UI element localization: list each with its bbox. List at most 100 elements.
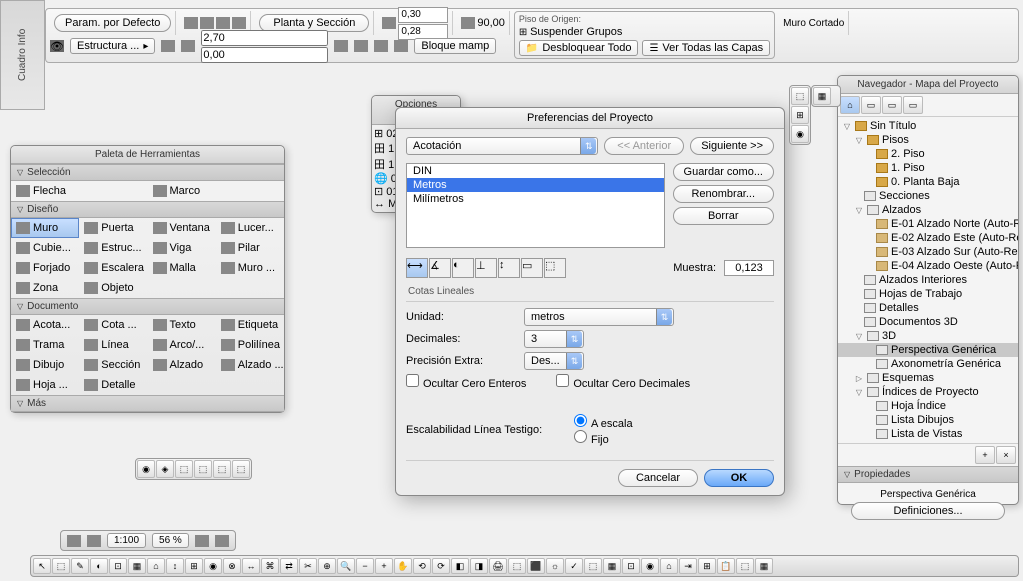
gbtn[interactable]: ◉	[641, 558, 659, 574]
gbtn[interactable]: ⊡	[109, 558, 127, 574]
wall-type-icon[interactable]	[181, 40, 195, 52]
geometry-icon[interactable]	[200, 17, 214, 29]
bloque-dropdown[interactable]: Bloque mamp	[414, 38, 496, 54]
tool-pilar[interactable]: Pilar	[216, 238, 284, 258]
gbtn[interactable]: −	[356, 558, 374, 574]
precision-select[interactable]: Des...	[524, 352, 584, 370]
tool-muro-cortina[interactable]: Muro ...	[216, 258, 284, 278]
tool-zona[interactable]: Zona	[11, 278, 79, 298]
tool-ventana[interactable]: Ventana	[148, 218, 216, 238]
gbtn[interactable]: ✋	[394, 558, 412, 574]
gbtn[interactable]: ⇥	[679, 558, 697, 574]
dim-tab-level[interactable]: ⊥	[475, 258, 497, 278]
dim-tab-door[interactable]: ▭	[521, 258, 543, 278]
tree-item[interactable]: Alzados Interiores	[838, 273, 1018, 287]
tree-item-perspectiva[interactable]: Perspectiva Genérica	[838, 343, 1018, 357]
gbtn[interactable]: ⬚	[508, 558, 526, 574]
geometry-icon[interactable]	[232, 17, 246, 29]
tool-trama[interactable]: Trama	[11, 335, 79, 355]
gbtn[interactable]: ✓	[565, 558, 583, 574]
tool-alzado-int[interactable]: Alzado ...	[216, 355, 284, 375]
tool-estructura[interactable]: Estruc...	[79, 238, 147, 258]
tree-item-piso[interactable]: 1. Piso	[838, 161, 1018, 175]
gbtn[interactable]: ⊞	[185, 558, 203, 574]
profile-icon[interactable]	[354, 40, 368, 52]
profile-icon[interactable]	[374, 40, 388, 52]
tree-item-piso[interactable]: 0. Planta Baja	[838, 175, 1018, 189]
gbtn[interactable]: ✂	[299, 558, 317, 574]
qopt-icon[interactable]	[67, 535, 81, 547]
gbtn[interactable]: ⇄	[280, 558, 298, 574]
tree-item-secciones[interactable]: Secciones	[838, 189, 1018, 203]
tool-texto[interactable]: Texto	[148, 315, 216, 335]
tree-item-axonometria[interactable]: Axonometría Genérica	[838, 357, 1018, 371]
navigator-tree[interactable]: ▽Sin Título ▽Pisos 2. Piso 1. Piso 0. Pl…	[838, 117, 1018, 443]
tree-item-alzado[interactable]: E-02 Alzado Este (Auto-Rec	[838, 231, 1018, 245]
wall-type-icon[interactable]	[161, 40, 175, 52]
orbit-button[interactable]: ◉	[137, 460, 155, 478]
list-item[interactable]: Metros	[407, 178, 664, 192]
tool-objeto[interactable]: Objeto	[79, 278, 147, 298]
fijo-radio[interactable]: Fijo	[574, 434, 609, 446]
tool-arco[interactable]: Arco/...	[148, 335, 216, 355]
gbtn[interactable]: ⬚	[52, 558, 70, 574]
attr-button[interactable]: ⬚	[791, 87, 809, 105]
tree-item[interactable]: Lista de Vistas	[838, 427, 1018, 441]
dim-tab-radial[interactable]: ◐	[452, 258, 474, 278]
tool-lucernario[interactable]: Lucer...	[216, 218, 284, 238]
tree-item-alzado[interactable]: E-04 Alzado Oeste (Auto-R	[838, 259, 1018, 273]
gbtn[interactable]: ◧	[451, 558, 469, 574]
geometry-icon[interactable]	[184, 17, 198, 29]
delete-button[interactable]: Borrar	[673, 207, 774, 225]
tool-alzado[interactable]: Alzado	[148, 355, 216, 375]
unidad-select[interactable]: metros	[524, 308, 674, 326]
qopt-icon[interactable]	[215, 535, 229, 547]
gbtn[interactable]: ⊞	[698, 558, 716, 574]
tool-viga[interactable]: Viga	[148, 238, 216, 258]
gbtn[interactable]: ⌂	[147, 558, 165, 574]
save-as-button[interactable]: Guardar como...	[673, 163, 774, 181]
gbtn[interactable]: ⬛	[527, 558, 545, 574]
3d-button[interactable]: ⬚	[232, 460, 250, 478]
tree-item[interactable]: Lista Dibujos	[838, 413, 1018, 427]
gbtn[interactable]: ⊗	[223, 558, 241, 574]
decimales-select[interactable]: 3	[524, 330, 584, 348]
gbtn[interactable]: ⬚	[736, 558, 754, 574]
profile-icon[interactable]	[394, 40, 408, 52]
nav-mode-layout[interactable]: ▭	[882, 96, 902, 114]
tool-hoja[interactable]: Hoja ...	[11, 375, 79, 395]
gbtn[interactable]: ◨	[470, 558, 488, 574]
gbtn[interactable]: ☼	[546, 558, 564, 574]
attr-button[interactable]: ◉	[791, 125, 809, 143]
tool-dibujo[interactable]: Dibujo	[11, 355, 79, 375]
gbtn[interactable]: +	[375, 558, 393, 574]
cancel-button[interactable]: Cancelar	[618, 469, 698, 487]
nav-new-button[interactable]: +	[975, 446, 995, 464]
next-button[interactable]: Siguiente >>	[690, 137, 774, 155]
zoom-dropdown[interactable]: 56 %	[152, 533, 189, 548]
geometry-icon[interactable]	[216, 17, 230, 29]
qopt-icon[interactable]	[195, 535, 209, 547]
ocultar-decimales-checkbox[interactable]: Ocultar Cero Decimales	[556, 374, 690, 390]
tree-item[interactable]: Detalles	[838, 301, 1018, 315]
gbtn[interactable]: ↕	[166, 558, 184, 574]
section-mas[interactable]: Más	[11, 395, 284, 412]
tree-item-alzado[interactable]: E-01 Alzado Norte (Auto-R	[838, 217, 1018, 231]
tool-marco[interactable]: Marco	[148, 181, 285, 201]
gbtn[interactable]: ⌘	[261, 558, 279, 574]
tool-cota[interactable]: Cota ...	[79, 315, 147, 335]
tool-detalle[interactable]: Detalle	[79, 375, 147, 395]
gbtn[interactable]: ⌂	[660, 558, 678, 574]
tool-forjado[interactable]: Forjado	[11, 258, 79, 278]
attr-button[interactable]: ▦	[813, 87, 831, 105]
qopt-icon[interactable]	[87, 535, 101, 547]
tree-item-piso[interactable]: 2. Piso	[838, 147, 1018, 161]
tool-flecha[interactable]: Flecha	[11, 181, 148, 201]
dim-tab-linear[interactable]: ⟷	[406, 258, 428, 278]
list-item[interactable]: Milímetros	[407, 192, 664, 206]
section-diseno[interactable]: Diseño	[11, 201, 284, 218]
section-documento[interactable]: Documento	[11, 298, 284, 315]
tool-cubierta[interactable]: Cubie...	[11, 238, 79, 258]
dim-tab-area[interactable]: ⬚	[544, 258, 566, 278]
gbtn[interactable]: ↖	[33, 558, 51, 574]
